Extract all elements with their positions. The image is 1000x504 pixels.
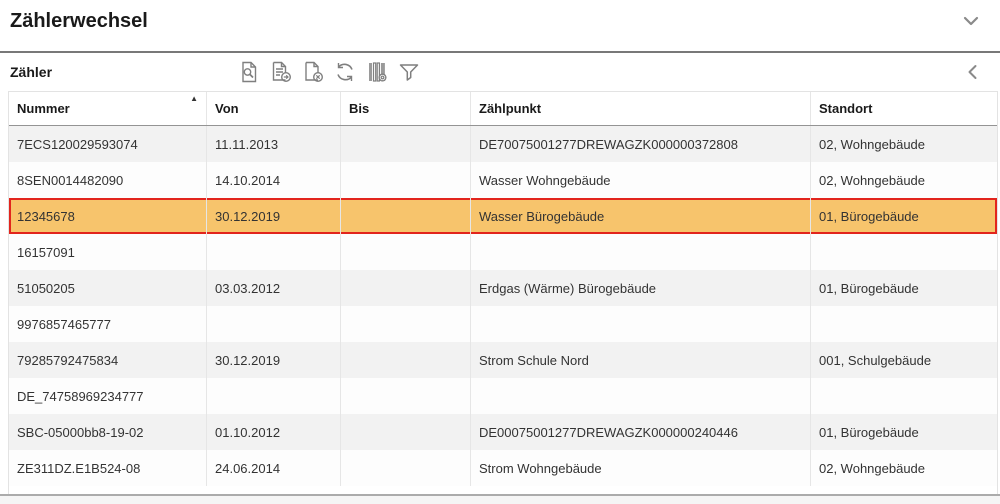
cell-standort: 01, Bürogebäude — [811, 270, 997, 306]
cell-standort: 02, Wohngebäude — [811, 162, 997, 198]
cell-standort: 001, Schulgebäude — [811, 342, 997, 378]
cell-bis — [341, 414, 471, 450]
table-row[interactable]: DE_74758969234777 — [9, 378, 997, 414]
cell-zaehlpunkt: Strom Schule Nord — [471, 342, 811, 378]
page-footer — [0, 494, 1000, 504]
cell-bis — [341, 306, 471, 342]
table-row-selected[interactable]: 1234567830.12.2019 Wasser Bürogebäude01, … — [9, 198, 997, 234]
cell-nummer: 8SEN0014482090 — [9, 162, 207, 198]
cell-bis — [341, 450, 471, 486]
meter-table: Nummer ▲ Von Bis Zählpunkt Standort 7ECS12002… — [8, 91, 998, 486]
column-header-label: Von — [215, 101, 239, 116]
cell-nummer: 16157091 — [9, 234, 207, 270]
cell-nummer: ZE311DZ.E1B524-08 — [9, 450, 207, 486]
panel-title: Zähler — [10, 64, 52, 80]
table-personalization-icon — [365, 60, 389, 84]
cell-standort: 02, Wohngebäude — [811, 450, 997, 486]
filter-button[interactable] — [397, 60, 421, 84]
cell-bis — [341, 270, 471, 306]
header-collapse-button[interactable] — [960, 10, 982, 32]
cell-zaehlpunkt — [471, 234, 811, 270]
cell-bis — [341, 162, 471, 198]
table-body: 7ECS12002959307411.11.2013 DE70075001277D… — [9, 126, 997, 486]
column-header-label: Zählpunkt — [479, 101, 541, 116]
cell-von: 24.06.2014 — [207, 450, 341, 486]
cell-nummer: 9976857465777 — [9, 306, 207, 342]
table-row[interactable]: 7ECS12002959307411.11.2013 DE70075001277D… — [9, 126, 997, 162]
cell-zaehlpunkt: Erdgas (Wärme) Bürogebäude — [471, 270, 811, 306]
cell-zaehlpunkt: DE70075001277DREWAGZK000000372808 — [471, 126, 811, 162]
document-export-button[interactable] — [269, 60, 293, 84]
cell-zaehlpunkt: Strom Wohngebäude — [471, 450, 811, 486]
table-row[interactable]: SBC-05000bb8-19-0201.10.2012 DE0007500127… — [9, 414, 997, 450]
column-header-bis[interactable]: Bis — [341, 92, 471, 125]
chevron-left-icon — [962, 71, 984, 86]
cell-von: 01.10.2012 — [207, 414, 341, 450]
column-header-von[interactable]: Von — [207, 92, 341, 125]
cell-zaehlpunkt: DE00075001277DREWAGZK000000240446 — [471, 414, 811, 450]
panel-collapse-button[interactable] — [962, 61, 984, 83]
document-cancel-icon — [301, 60, 325, 84]
column-header-nummer[interactable]: Nummer ▲ — [9, 92, 207, 125]
table-bottom-gap — [8, 486, 998, 494]
cell-zaehlpunkt — [471, 306, 811, 342]
cell-bis — [341, 126, 471, 162]
cell-nummer: 51050205 — [9, 270, 207, 306]
column-header-label: Standort — [819, 101, 872, 116]
table-row[interactable]: 8SEN001448209014.10.2014 Wasser Wohngebäu… — [9, 162, 997, 198]
table-row[interactable]: 16157091 — [9, 234, 997, 270]
refresh-button[interactable] — [333, 60, 357, 84]
cell-von — [207, 306, 341, 342]
cell-standort: 01, Bürogebäude — [811, 414, 997, 450]
table-row[interactable]: ZE311DZ.E1B524-0824.06.2014 Strom Wohngeb… — [9, 450, 997, 486]
cell-zaehlpunkt — [471, 378, 811, 414]
cell-bis — [341, 378, 471, 414]
cell-standort: 01, Bürogebäude — [811, 198, 997, 234]
cell-von: 14.10.2014 — [207, 162, 341, 198]
cell-bis — [341, 234, 471, 270]
cell-von — [207, 234, 341, 270]
table-header-row: Nummer ▲ Von Bis Zählpunkt Standort — [9, 92, 997, 126]
table-row[interactable]: 9976857465777 — [9, 306, 997, 342]
column-header-zaehlpunkt[interactable]: Zählpunkt — [471, 92, 811, 125]
cell-nummer: 79285792475834 — [9, 342, 207, 378]
cell-standort — [811, 378, 997, 414]
cell-nummer: SBC-05000bb8-19-02 — [9, 414, 207, 450]
cell-zaehlpunkt: Wasser Bürogebäude — [471, 198, 811, 234]
column-header-label: Bis — [349, 101, 369, 116]
toolbar-icons — [237, 60, 421, 84]
cell-von: 11.11.2013 — [207, 126, 341, 162]
filter-icon — [397, 60, 421, 84]
cell-standort — [811, 234, 997, 270]
cell-von: 03.03.2012 — [207, 270, 341, 306]
cell-von — [207, 378, 341, 414]
app-header: Zählerwechsel — [0, 0, 1000, 51]
cell-nummer: 7ECS120029593074 — [9, 126, 207, 162]
document-search-button[interactable] — [237, 60, 261, 84]
table-row[interactable]: 7928579247583430.12.2019 Strom Schule Nor… — [9, 342, 997, 378]
column-header-standort[interactable]: Standort — [811, 92, 997, 125]
cell-zaehlpunkt: Wasser Wohngebäude — [471, 162, 811, 198]
cell-nummer: 12345678 — [9, 198, 207, 234]
cell-von: 30.12.2019 — [207, 342, 341, 378]
document-cancel-button[interactable] — [301, 60, 325, 84]
cell-nummer: DE_74758969234777 — [9, 378, 207, 414]
document-search-icon — [237, 60, 261, 84]
cell-von: 30.12.2019 — [207, 198, 341, 234]
cell-standort — [811, 306, 997, 342]
panel-toolbar: Zähler — [0, 53, 1000, 91]
refresh-icon — [333, 60, 357, 84]
cell-bis — [341, 198, 471, 234]
document-export-icon — [269, 60, 293, 84]
table-personalization-button[interactable] — [365, 60, 389, 84]
cell-standort: 02, Wohngebäude — [811, 126, 997, 162]
table-row[interactable]: 5105020503.03.2012 Erdgas (Wärme) Bürogeb… — [9, 270, 997, 306]
cell-bis — [341, 342, 471, 378]
page-title: Zählerwechsel — [10, 10, 148, 33]
column-header-label: Nummer — [17, 101, 70, 116]
chevron-down-icon — [960, 20, 982, 35]
sort-ascending-icon: ▲ — [190, 94, 198, 104]
